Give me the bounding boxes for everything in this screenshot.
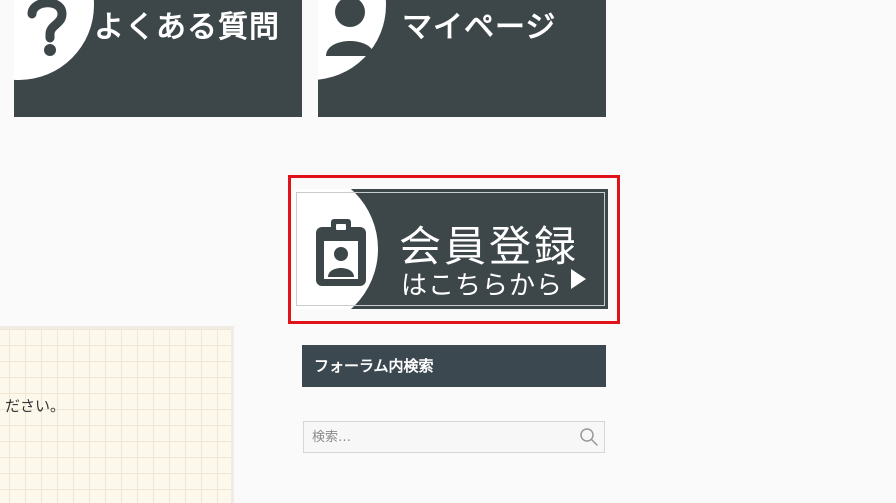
- page: よくある質問 マイページ 会員登録 はこちらから フォーラム内検索 検索… ださ…: [0, 0, 896, 503]
- question-mark-icon: [27, 0, 67, 56]
- play-triangle-icon: [571, 269, 586, 289]
- content-text: ださい。: [5, 397, 66, 415]
- mypage-banner-link[interactable]: マイページ: [318, 0, 606, 117]
- user-silhouette-icon: [326, 0, 374, 56]
- faq-banner-link[interactable]: よくある質問: [14, 0, 302, 117]
- registration-subtitle: はこちらから: [401, 271, 564, 301]
- registration-highlight-frame: 会員登録 はこちらから: [288, 175, 620, 324]
- mypage-banner-label: マイページ: [402, 10, 557, 45]
- id-badge-icon: [316, 219, 366, 286]
- content-grid-box: ださい。: [0, 326, 234, 503]
- registration-banner-link[interactable]: 会員登録 はこちらから: [293, 189, 608, 309]
- faq-banner-label: よくある質問: [94, 10, 280, 45]
- forum-search-heading: フォーラム内検索: [302, 345, 606, 387]
- forum-search-button[interactable]: [578, 426, 600, 448]
- search-icon: [580, 428, 598, 446]
- forum-search-form: [303, 421, 605, 453]
- forum-search-input[interactable]: [304, 422, 574, 452]
